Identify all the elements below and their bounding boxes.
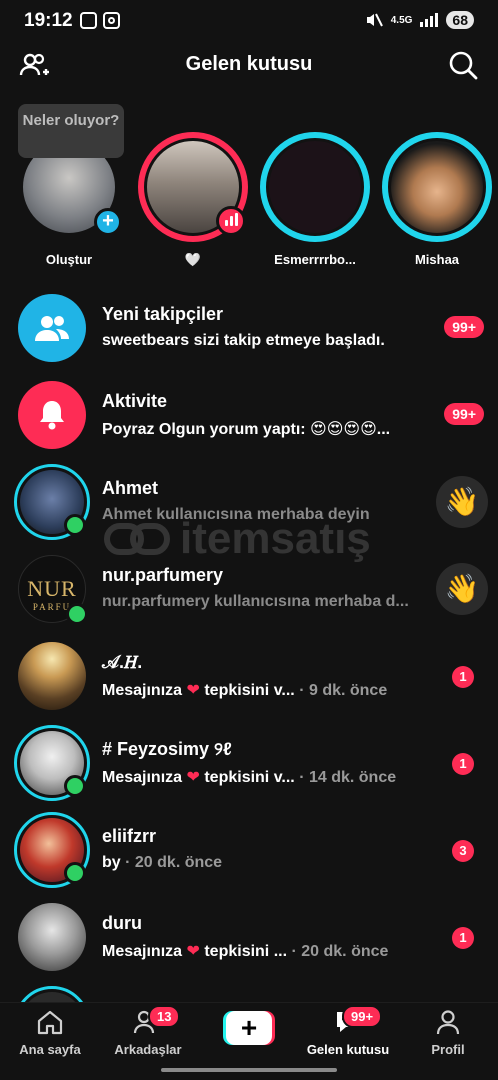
- unread-badge: 99+: [444, 403, 484, 425]
- page-title: Gelen kutusu: [185, 53, 313, 75]
- followers-icon: [18, 294, 86, 362]
- story-item[interactable]: 🤍: [138, 132, 248, 268]
- signal-icon: [420, 13, 439, 27]
- list-item-chat[interactable]: Ahmet Ahmet kullanıcısına merhaba deyin …: [0, 458, 498, 545]
- list-item-subtitle: by · 20 dk. önce: [102, 854, 223, 871]
- mute-icon: [366, 13, 383, 27]
- timestamp: · 9 dk. önce: [299, 682, 388, 699]
- battery-indicator: 68: [446, 11, 474, 29]
- timestamp: · 20 dk. önce: [125, 854, 223, 871]
- nav-inbox[interactable]: Gelen kutusu 99+: [300, 1005, 396, 1057]
- online-indicator: [66, 603, 88, 625]
- nav-label: Gelen kutusu: [306, 1042, 390, 1057]
- list-item-title: # Feyzosimy ୨ℓ: [102, 739, 232, 759]
- screen-record-icon: [80, 12, 97, 29]
- whats-happening-tooltip: Neler oluyor?: [18, 104, 124, 158]
- list-item-subtitle: Mesajınıza ❤ tepkisini v... · 9 dk. önce: [102, 682, 388, 699]
- wave-button[interactable]: 👋: [436, 563, 488, 615]
- list-item-title: Yeni takipçiler: [102, 304, 224, 324]
- list-item-subtitle: sweetbears sizi takip etmeye başladı.: [102, 332, 385, 349]
- online-indicator: [64, 862, 86, 884]
- list-item-title: duru: [102, 913, 142, 933]
- nav-friends[interactable]: Arkadaşlar 13: [100, 1005, 196, 1057]
- timestamp: · 20 dk. önce: [291, 943, 389, 960]
- stories-row: + Oluştur Neler oluyor? 🤍 Esmerrrrbo... …: [0, 100, 498, 270]
- unread-count: 1: [452, 753, 474, 775]
- unread-count: 1: [452, 666, 474, 688]
- instagram-icon: [103, 12, 120, 29]
- nav-home[interactable]: Ana sayfa: [2, 1009, 98, 1057]
- list-item-subtitle: nur.parfumery kullanıcısına merhaba d...: [102, 593, 409, 610]
- avatar: [266, 138, 364, 236]
- list-item-subtitle: Ahmet kullanıcısına merhaba deyin: [102, 506, 370, 523]
- inbox-header: Gelen kutusu: [0, 44, 498, 88]
- avatar: [18, 642, 86, 710]
- story-item[interactable]: Esmerrrrbo...: [260, 132, 370, 267]
- avatar: [18, 903, 86, 971]
- story-name: Mishaa: [414, 252, 460, 267]
- list-item-title: Ahmet: [102, 478, 159, 498]
- status-bar: 19:12 4.5G 68: [0, 0, 498, 44]
- list-item-title: nur.parfumery: [102, 565, 224, 585]
- list-item-chat[interactable]: eliifzrr by · 20 dk. önce 3: [0, 806, 498, 893]
- story-name: 🤍: [184, 252, 202, 267]
- network-type: 4.5G: [390, 14, 413, 26]
- nav-label: Profil: [431, 1042, 465, 1057]
- story-name: Oluştur: [45, 252, 93, 267]
- bell-icon: [18, 381, 86, 449]
- list-item-chat[interactable]: 𝒜.𝐻. Mesajınıza ❤ tepkisini v... · 9 dk.…: [0, 632, 498, 719]
- home-icon: [37, 1010, 63, 1035]
- bottom-nav: Ana sayfa Arkadaşlar 13 + Gelen kutusu 9…: [0, 1002, 498, 1062]
- list-item-activity[interactable]: Aktivite Poyraz Olgun yorum yaptı: 😍😍😍😍.…: [0, 371, 498, 458]
- nav-label: Arkadaşlar: [114, 1042, 182, 1057]
- wave-button[interactable]: 👋: [436, 476, 488, 528]
- add-story-icon[interactable]: +: [94, 208, 122, 236]
- avatar: [14, 986, 90, 1002]
- list-item-chat[interactable]: NUR PARFU nur.parfumery nur.parfumery ku…: [0, 545, 498, 632]
- plus-icon: +: [226, 1011, 272, 1045]
- home-indicator[interactable]: [161, 1068, 337, 1072]
- story-name: Esmerrrrbo...: [274, 252, 356, 267]
- nav-label: Ana sayfa: [19, 1042, 81, 1057]
- online-indicator: [64, 514, 86, 536]
- unread-badge: 99+: [444, 316, 484, 338]
- profile-icon: [436, 1010, 460, 1035]
- list-item-chat[interactable]: # Feyzosimy ୨ℓ Mesajınıza ❤ tepkisini v.…: [0, 719, 498, 806]
- unread-count: 3: [452, 840, 474, 862]
- online-indicator: [64, 775, 86, 797]
- list-item-subtitle: Mesajınıza ❤ tepkisini v... · 14 dk. önc…: [102, 769, 397, 786]
- list-item-chat[interactable]: duru Mesajınıza ❤ tepkisini ... · 20 dk.…: [0, 893, 498, 980]
- story-item[interactable]: Mishaa: [382, 132, 492, 267]
- status-time: 19:12: [24, 10, 73, 31]
- friends-badge: 13: [148, 1005, 181, 1028]
- live-icon: [216, 206, 246, 236]
- avatar: [388, 138, 486, 236]
- inbox-badge: 99+: [342, 1005, 383, 1028]
- create-button[interactable]: +: [223, 1011, 275, 1045]
- list-item-subtitle: Mesajınıza ❤ tepkisini ... · 20 dk. önce: [102, 943, 389, 960]
- timestamp: · 14 dk. önce: [299, 769, 397, 786]
- list-item-new-followers[interactable]: Yeni takipçiler sweetbears sizi takip et…: [0, 284, 498, 371]
- list-item-title: 𝒜.𝐻.: [102, 652, 143, 672]
- heart-icon: ❤: [186, 769, 200, 786]
- list-item-subtitle: Poyraz Olgun yorum yaptı: 😍😍😍😍...: [102, 421, 391, 438]
- heart-icon: ❤: [186, 682, 200, 699]
- unread-count: 1: [452, 927, 474, 949]
- list-item-title: Aktivite: [102, 391, 168, 411]
- list-item-chat[interactable]: [0, 980, 498, 1002]
- heart-icon: ❤: [186, 943, 200, 960]
- nav-profile[interactable]: Profil: [400, 1009, 496, 1057]
- search-icon[interactable]: [448, 50, 478, 85]
- list-item-title: eliifzrr: [102, 826, 157, 846]
